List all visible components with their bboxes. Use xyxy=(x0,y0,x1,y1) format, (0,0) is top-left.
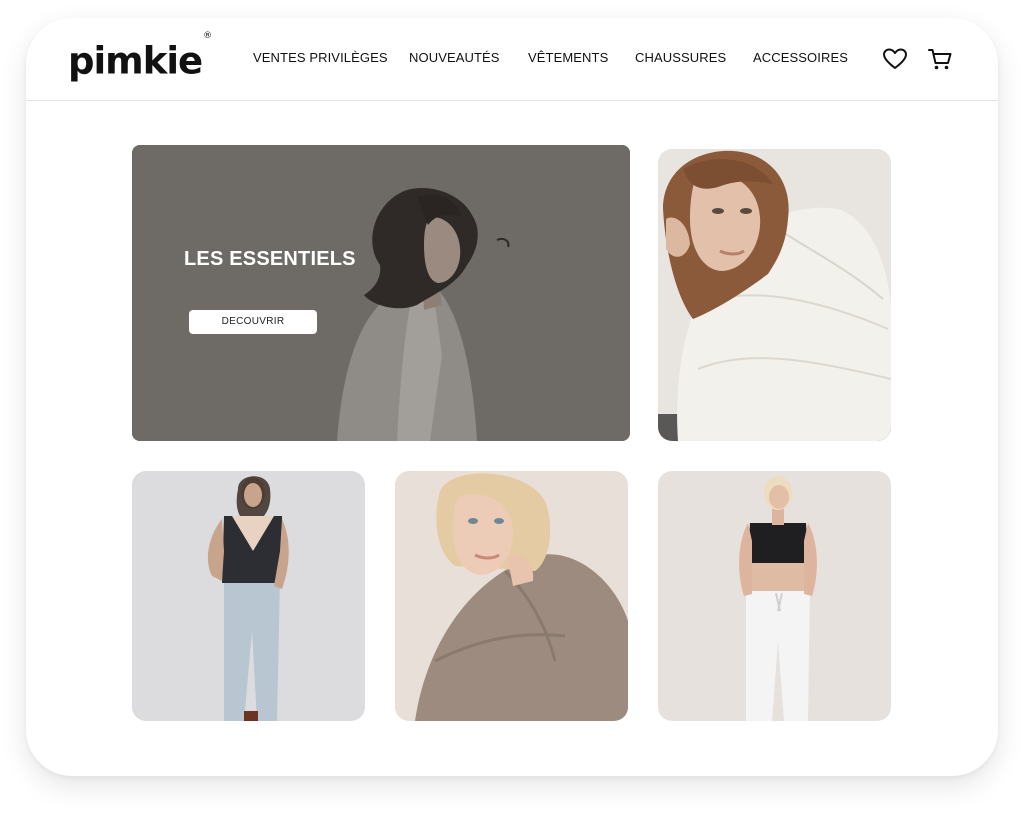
nav-item-ventes-privileges[interactable]: VENTES PRIVILÈGES xyxy=(253,50,388,65)
decouvrir-button[interactable]: DECOUVRIR xyxy=(189,310,317,334)
product-tile-jacket[interactable] xyxy=(658,149,891,441)
brand-logo[interactable]: pimkie® xyxy=(68,31,212,83)
hero-model-photo xyxy=(132,145,630,441)
heart-icon[interactable] xyxy=(882,46,908,72)
product-tile-vest[interactable] xyxy=(132,471,365,721)
site-header: pimkie® VENTES PRIVILÈGES NOUVEAUTÉS VÊT… xyxy=(26,18,998,101)
cart-icon[interactable] xyxy=(927,46,953,72)
page-card: pimkie® VENTES PRIVILÈGES NOUVEAUTÉS VÊT… xyxy=(26,18,998,776)
product-tile-sweater[interactable] xyxy=(395,471,628,721)
crop-top-white-joggers-photo xyxy=(658,471,891,721)
nav-item-chaussures[interactable]: CHAUSSURES xyxy=(635,50,726,65)
product-tile-joggers[interactable] xyxy=(658,471,891,721)
pinstripe-vest-jeans-photo xyxy=(132,471,365,721)
beige-knit-sweater-photo xyxy=(395,471,628,721)
hero-banner[interactable]: LES ESSENTIELS DECOUVRIR xyxy=(132,145,630,441)
white-puffer-jacket-photo xyxy=(658,149,891,441)
nav-item-nouveautes[interactable]: NOUVEAUTÉS xyxy=(409,50,500,65)
hero-title: LES ESSENTIELS xyxy=(184,248,356,270)
nav-item-vetements[interactable]: VÊTEMENTS xyxy=(528,50,608,65)
nav-item-accessoires[interactable]: ACCESSOIRES xyxy=(753,50,848,65)
